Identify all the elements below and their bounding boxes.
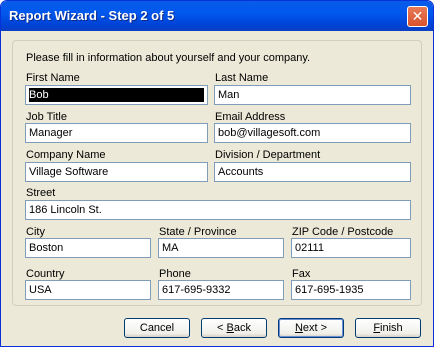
street-label: Street — [26, 187, 56, 199]
back-prefix: < — [217, 322, 227, 334]
close-icon: ✕ — [411, 8, 424, 24]
finish-rest: inish — [380, 322, 403, 334]
job-title-label: Job Title — [26, 111, 67, 123]
first-name-value: Bob — [29, 88, 204, 102]
report-wizard-window: Report Wizard - Step 2 of 5 ✕ Please fil… — [0, 0, 434, 347]
last-name-field[interactable]: Man — [214, 85, 411, 105]
state-label: State / Province — [159, 226, 237, 238]
last-name-label: Last Name — [215, 72, 269, 84]
first-name-field[interactable]: Bob — [25, 85, 208, 105]
fax-label: Fax — [292, 268, 311, 280]
company-label: Company Name — [26, 149, 106, 161]
window-title: Report Wizard - Step 2 of 5 — [9, 8, 175, 23]
zip-field[interactable]: 02111 — [291, 238, 411, 258]
next-accesskey: N — [294, 322, 303, 334]
country-field[interactable]: USA — [25, 280, 151, 300]
email-field[interactable]: bob@villagesoft.com — [214, 123, 411, 143]
division-label: Division / Department — [215, 149, 321, 161]
back-accesskey: B — [226, 322, 234, 334]
phone-field[interactable]: 617-695-9332 — [158, 280, 284, 300]
city-field[interactable]: Boston — [25, 238, 151, 258]
city-label: City — [26, 226, 45, 238]
country-label: Country — [26, 268, 65, 280]
title-bar[interactable]: Report Wizard - Step 2 of 5 ✕ — [1, 1, 433, 31]
phone-label: Phone — [159, 268, 191, 280]
first-name-label: First Name — [26, 72, 80, 84]
state-field[interactable]: MA — [158, 238, 284, 258]
close-button[interactable]: ✕ — [407, 6, 428, 27]
finish-button[interactable]: Finish — [355, 318, 421, 338]
next-rest: ext > — [302, 322, 328, 334]
division-field[interactable]: Accounts — [214, 162, 411, 182]
job-title-field[interactable]: Manager — [25, 123, 208, 143]
fax-field[interactable]: 617-695-1935 — [291, 280, 411, 300]
company-field[interactable]: Village Software — [25, 162, 208, 182]
next-button[interactable]: Next > — [278, 318, 344, 338]
dialog-body: Please fill in information about yoursel… — [4, 31, 430, 343]
back-rest: ack — [233, 322, 251, 334]
cancel-button[interactable]: Cancel — [124, 318, 190, 338]
email-label: Email Address — [215, 111, 286, 123]
intro-text: Please fill in information about yoursel… — [26, 52, 311, 64]
street-field[interactable]: 186 Lincoln St. — [25, 200, 411, 220]
back-button[interactable]: < Back — [201, 318, 267, 338]
zip-label: ZIP Code / Postcode — [292, 226, 394, 238]
